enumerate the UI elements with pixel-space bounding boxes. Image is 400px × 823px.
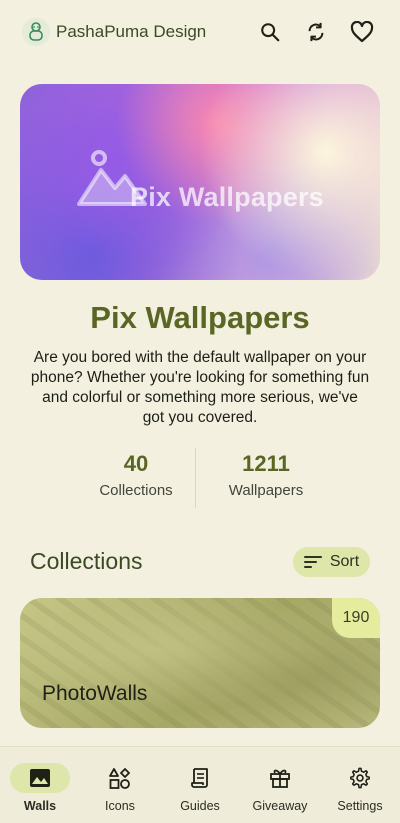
scroll-icon	[170, 763, 230, 793]
stat-collections: 40 Collections	[76, 450, 196, 499]
collection-count-badge: 190	[332, 598, 380, 638]
nav-label: Settings	[337, 799, 383, 813]
nav-item-guides[interactable]: Guides	[160, 763, 240, 813]
hero-banner-text: Pix Wallpapers	[130, 182, 324, 212]
nav-label: Giveaway	[252, 799, 308, 813]
hero-banner: Pix Wallpapers	[20, 84, 380, 280]
stats-row: 40 Collections 1211 Wallpapers	[0, 448, 400, 510]
collections-heading: Collections	[30, 548, 143, 574]
nav-label: Icons	[105, 799, 135, 813]
collection-name: PhotoWalls	[42, 682, 148, 705]
gift-icon	[250, 763, 310, 793]
stat-divider	[195, 448, 196, 508]
app-name: PashaPuma Design	[56, 22, 207, 41]
nav-item-icons[interactable]: Icons	[80, 763, 160, 813]
shapes-icon	[90, 763, 150, 793]
nav-item-settings[interactable]: Settings	[320, 763, 400, 813]
bottom-navigation: Walls Icons Guides Giveaway Settings	[0, 746, 400, 823]
image-icon	[10, 763, 70, 793]
nav-item-walls[interactable]: Walls	[0, 763, 80, 813]
refresh-icon[interactable]	[302, 18, 330, 46]
nav-label: Guides	[180, 799, 220, 813]
stat-value: 1211	[242, 451, 290, 476]
nav-label: Walls	[23, 799, 57, 813]
search-icon[interactable]	[256, 18, 284, 46]
page-title: Pix Wallpapers	[90, 300, 310, 335]
sort-icon	[303, 556, 322, 568]
stat-value: 40	[123, 451, 149, 476]
stat-wallpapers: 1211 Wallpapers	[206, 450, 326, 499]
collection-card[interactable]: 190 PhotoWalls	[20, 598, 380, 728]
page-description: Are you bored with the default wallpaper…	[30, 349, 370, 426]
sort-label: Sort	[329, 553, 360, 570]
app-logo-icon	[22, 18, 50, 46]
top-app-bar: PashaPuma Design	[0, 0, 400, 64]
gear-icon	[330, 763, 390, 793]
stat-label: Wallpapers	[228, 482, 304, 499]
favorite-icon[interactable]	[348, 18, 376, 46]
nav-item-giveaway[interactable]: Giveaway	[240, 763, 320, 813]
sort-button[interactable]: Sort	[293, 547, 370, 577]
stat-label: Collections	[99, 482, 173, 499]
